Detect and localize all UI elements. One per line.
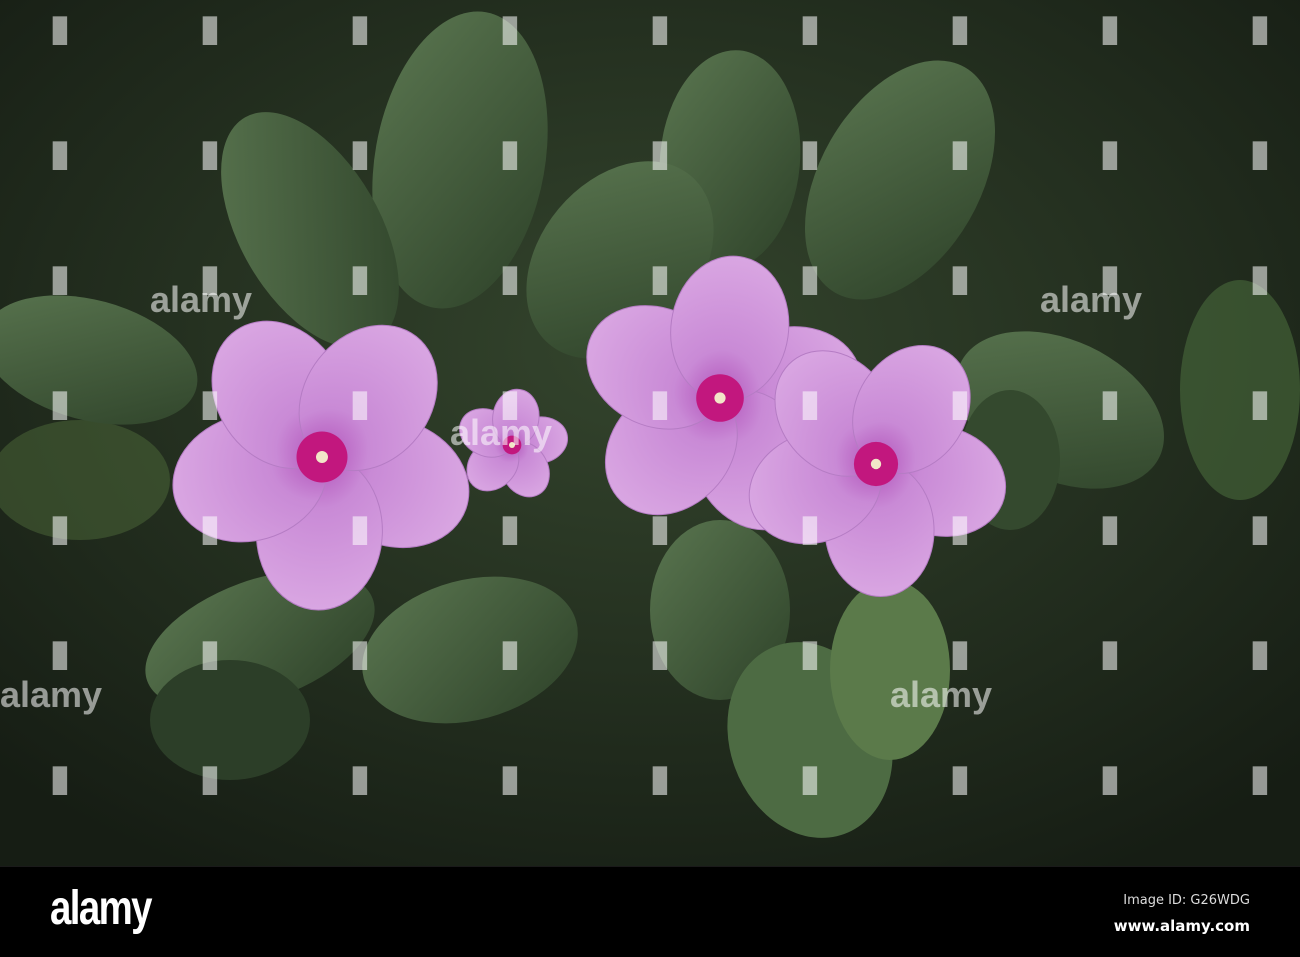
site-link[interactable]: www.alamy.com	[1114, 917, 1250, 935]
watermark-mark: ▮	[950, 382, 970, 423]
watermark-text: alamy	[1040, 279, 1142, 320]
flower-center	[714, 392, 726, 404]
watermark-mark: ▮	[950, 257, 970, 298]
watermark-mark: ▮	[650, 382, 670, 423]
watermark-mark: ▮	[1100, 7, 1120, 48]
watermark-mark: ▮	[1250, 7, 1270, 48]
watermark-mark: ▮	[950, 7, 970, 48]
watermark-mark: ▮	[50, 507, 70, 548]
watermark-mark: ▮	[1250, 382, 1270, 423]
watermark-mark: ▮	[500, 132, 520, 173]
watermark-mark: ▮	[500, 257, 520, 298]
image-id: Image ID: G26WDG	[1123, 893, 1250, 908]
watermark-mark: ▮	[950, 507, 970, 548]
watermark-mark: ▮	[950, 632, 970, 673]
watermark-mark: ▮	[350, 757, 370, 798]
watermark-mark: ▮	[50, 257, 70, 298]
watermark-mark: ▮	[1100, 507, 1120, 548]
watermark-mark: ▮	[1250, 757, 1270, 798]
watermark-mark: ▮	[650, 757, 670, 798]
watermark-mark: ▮	[1100, 382, 1120, 423]
watermark-mark: ▮	[50, 7, 70, 48]
watermark-mark: ▮	[800, 257, 820, 298]
watermark-mark: ▮	[350, 7, 370, 48]
watermark-mark: ▮	[1250, 257, 1270, 298]
watermark-mark: ▮	[200, 632, 220, 673]
watermark-mark: ▮	[650, 257, 670, 298]
watermark-mark: ▮	[1250, 132, 1270, 173]
watermark-mark: ▮	[50, 132, 70, 173]
watermark-mark: ▮	[350, 257, 370, 298]
watermark-mark: ▮	[800, 507, 820, 548]
watermark-mark: ▮	[200, 507, 220, 548]
watermark-mark: ▮	[800, 757, 820, 798]
watermark-mark: ▮	[350, 632, 370, 673]
watermark-mark: ▮	[350, 507, 370, 548]
watermark-text: alamy	[150, 279, 252, 320]
watermark-mark: ▮	[200, 132, 220, 173]
footer-bar: alamy Image ID: G26WDG www.alamy.com	[0, 866, 1300, 957]
watermark-text: alamy	[450, 412, 552, 453]
watermark-mark: ▮	[1250, 507, 1270, 548]
watermark-mark: ▮	[650, 7, 670, 48]
watermark-mark: ▮	[800, 382, 820, 423]
watermark-mark: ▮	[800, 7, 820, 48]
watermark-mark: ▮	[200, 382, 220, 423]
watermark-mark: ▮	[800, 132, 820, 173]
watermark-mark: ▮	[200, 757, 220, 798]
watermark-mark: ▮	[350, 382, 370, 423]
flower-photo: ▮ ▮ ▮ ▮ ▮ ▮ ▮ ▮ ▮ ▮ ▮ ▮ ▮ ▮ ▮ ▮ ▮ ▮ ▮ ▮ ▮ ▮ ▮ ▮ ▮ ▮ ▮ ▮ ▮ ▮ ▮ ▮ ▮ ▮ ▮ ▮ ▮ ▮ ▮ ▮…	[0, 0, 1300, 866]
brand-logo[interactable]: alamy	[50, 881, 152, 936]
watermark-mark: ▮	[650, 132, 670, 173]
watermark-mark: ▮	[800, 632, 820, 673]
watermark-mark: ▮	[1250, 632, 1270, 673]
watermark-mark: ▮	[650, 507, 670, 548]
watermark-mark: ▮	[500, 632, 520, 673]
watermark-mark: ▮	[500, 7, 520, 48]
watermark-text: alamy	[0, 674, 102, 715]
watermark-text: alamy	[890, 674, 992, 715]
watermark-mark: ▮	[1100, 757, 1120, 798]
watermark-mark: ▮	[500, 507, 520, 548]
watermark-mark: ▮	[50, 757, 70, 798]
watermark-mark: ▮	[950, 132, 970, 173]
watermark-mark: ▮	[200, 7, 220, 48]
watermark-mark: ▮	[950, 757, 970, 798]
watermark-mark: ▮	[500, 757, 520, 798]
watermark-mark: ▮	[1100, 132, 1120, 173]
watermark-mark: ▮	[50, 382, 70, 423]
flower-center	[870, 458, 882, 470]
watermark-mark: ▮	[350, 132, 370, 173]
flower-center	[316, 451, 328, 463]
watermark-mark: ▮	[650, 632, 670, 673]
watermark-mark: ▮	[1100, 632, 1120, 673]
watermark-mark: ▮	[50, 632, 70, 673]
